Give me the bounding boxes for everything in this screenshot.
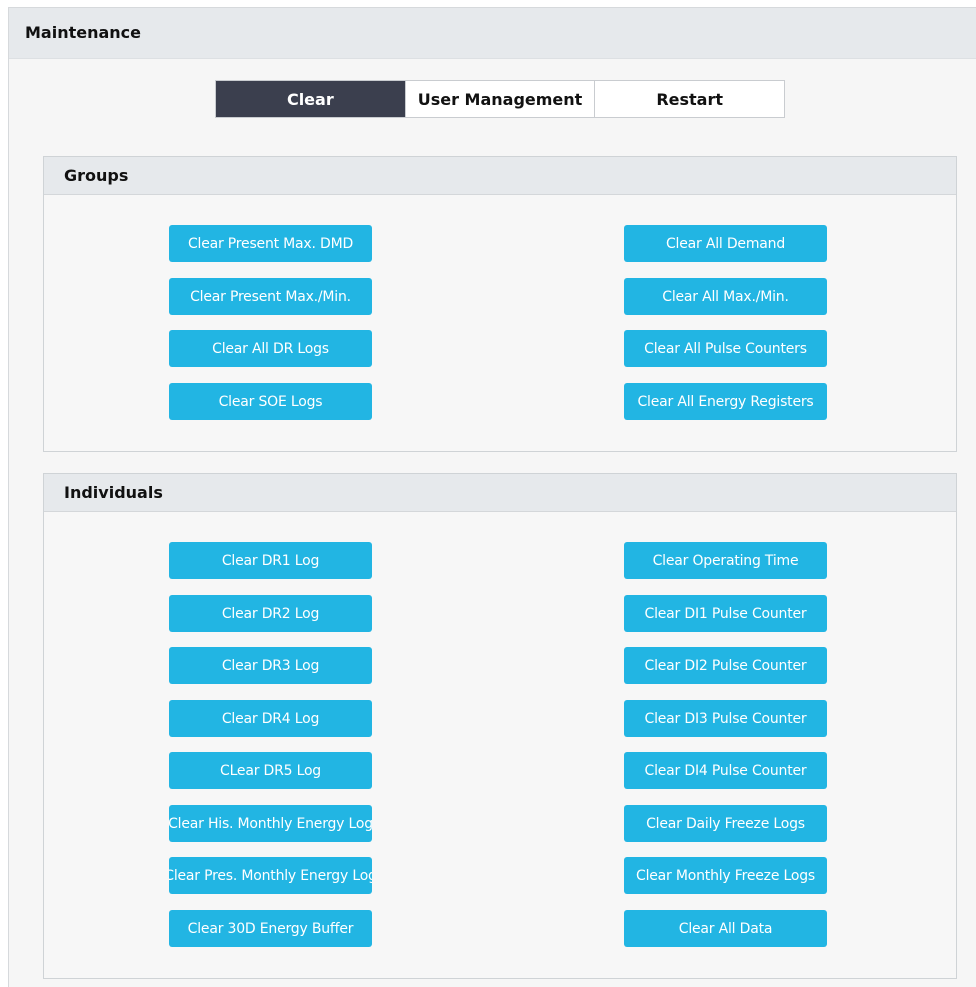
individuals-panel: Individuals Clear DR1 Log Clear DR2 Log … xyxy=(43,473,957,979)
tab-restart[interactable]: Restart xyxy=(595,81,784,117)
clear-all-demand-button[interactable]: Clear All Demand xyxy=(624,225,827,262)
clear-dr2-log-button[interactable]: Clear DR2 Log xyxy=(169,595,372,632)
clear-30d-energy-buffer-button[interactable]: Clear 30D Energy Buffer xyxy=(169,910,372,947)
clear-dr4-log-button[interactable]: Clear DR4 Log xyxy=(169,700,372,737)
clear-di1-pulse-counter-button[interactable]: Clear DI1 Pulse Counter xyxy=(624,595,827,632)
groups-panel-title: Groups xyxy=(64,166,129,185)
clear-his-monthly-energy-log-button[interactable]: Clear His. Monthly Energy Log xyxy=(169,805,372,842)
tab-clear[interactable]: Clear xyxy=(216,81,406,117)
groups-panel: Groups Clear Present Max. DMD Clear Pres… xyxy=(43,156,957,452)
clear-soe-logs-button[interactable]: Clear SOE Logs xyxy=(169,383,372,420)
clear-dr5-log-button[interactable]: CLear DR5 Log xyxy=(169,752,372,789)
clear-all-max-min-button[interactable]: Clear All Max./Min. xyxy=(624,278,827,315)
groups-panel-header: Groups xyxy=(44,157,956,195)
clear-present-max-dmd-button[interactable]: Clear Present Max. DMD xyxy=(169,225,372,262)
clear-di4-pulse-counter-button[interactable]: Clear DI4 Pulse Counter xyxy=(624,752,827,789)
clear-dr3-log-button[interactable]: Clear DR3 Log xyxy=(169,647,372,684)
clear-pres-monthly-energy-log-button[interactable]: Clear Pres. Monthly Energy Log xyxy=(169,857,372,894)
page-header: Maintenance xyxy=(9,8,976,59)
tab-bar: Clear User Management Restart xyxy=(215,80,785,118)
individuals-panel-header: Individuals xyxy=(44,474,956,512)
clear-all-energy-registers-button[interactable]: Clear All Energy Registers xyxy=(624,383,827,420)
clear-all-data-button[interactable]: Clear All Data xyxy=(624,910,827,947)
clear-operating-time-button[interactable]: Clear Operating Time xyxy=(624,542,827,579)
maintenance-page: Maintenance Clear User Management Restar… xyxy=(8,7,976,987)
clear-daily-freeze-logs-button[interactable]: Clear Daily Freeze Logs xyxy=(624,805,827,842)
clear-di2-pulse-counter-button[interactable]: Clear DI2 Pulse Counter xyxy=(624,647,827,684)
clear-dr1-log-button[interactable]: Clear DR1 Log xyxy=(169,542,372,579)
clear-present-max-min-button[interactable]: Clear Present Max./Min. xyxy=(169,278,372,315)
clear-di3-pulse-counter-button[interactable]: Clear DI3 Pulse Counter xyxy=(624,700,827,737)
page-title: Maintenance xyxy=(25,23,142,42)
individuals-panel-title: Individuals xyxy=(64,483,163,502)
clear-all-pulse-counters-button[interactable]: Clear All Pulse Counters xyxy=(624,330,827,367)
clear-monthly-freeze-logs-button[interactable]: Clear Monthly Freeze Logs xyxy=(624,857,827,894)
tab-user-management[interactable]: User Management xyxy=(406,81,596,117)
clear-all-dr-logs-button[interactable]: Clear All DR Logs xyxy=(169,330,372,367)
